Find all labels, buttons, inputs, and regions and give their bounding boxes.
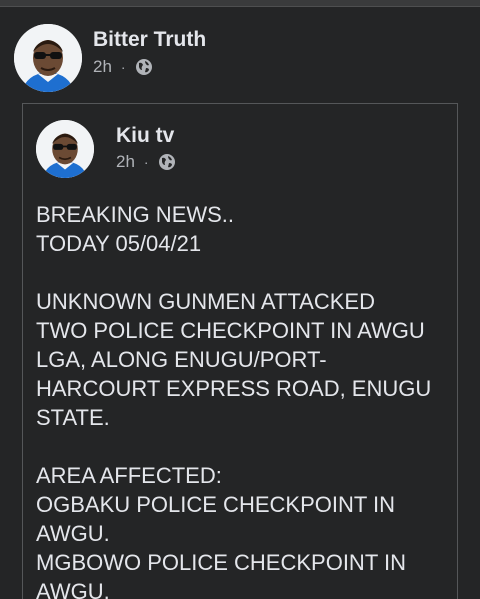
sharer-meta: 2h ·	[93, 57, 153, 77]
post-blank-line	[36, 258, 456, 287]
avatar-image	[14, 24, 82, 92]
post-line: AWGU.	[36, 579, 110, 599]
meta-separator: ·	[143, 154, 149, 170]
post-line: STATE.	[36, 405, 110, 430]
post-body: BREAKING NEWS.. TODAY 05/04/21 UNKNOWN G…	[36, 200, 456, 599]
facebook-shared-post: Bitter Truth 2h · Kiu tv 2h · BREAKING N…	[0, 0, 480, 599]
sharer-avatar[interactable]	[14, 24, 82, 92]
sharer-name[interactable]: Bitter Truth	[93, 28, 206, 52]
post-line: HARCOURT EXPRESS ROAD, ENUGU	[36, 376, 432, 401]
post-line: TODAY 05/04/21	[36, 231, 202, 256]
post-line: LGA, ALONG ENUGU/PORT-	[36, 347, 327, 372]
post-time[interactable]: 2h	[116, 152, 135, 172]
post-blank-line	[36, 432, 456, 461]
post-line: AWGU.	[36, 521, 110, 546]
author-avatar[interactable]	[36, 120, 94, 178]
post-time[interactable]: 2h	[93, 57, 112, 77]
globe-icon[interactable]	[158, 153, 176, 171]
author-name[interactable]: Kiu tv	[116, 124, 174, 148]
post-line: TWO POLICE CHECKPOINT IN AWGU	[36, 318, 425, 343]
globe-icon[interactable]	[135, 58, 153, 76]
avatar-image	[36, 120, 94, 178]
meta-separator: ·	[120, 59, 126, 75]
post-line: MGBOWO POLICE CHECKPOINT IN	[36, 550, 406, 575]
post-line: UNKNOWN GUNMEN ATTACKED	[36, 289, 375, 314]
post-line: AREA AFFECTED:	[36, 463, 222, 488]
author-meta: 2h ·	[116, 152, 176, 172]
post-line: OGBAKU POLICE CHECKPOINT IN	[36, 492, 396, 517]
post-line: BREAKING NEWS..	[36, 202, 235, 227]
top-divider	[0, 0, 480, 7]
